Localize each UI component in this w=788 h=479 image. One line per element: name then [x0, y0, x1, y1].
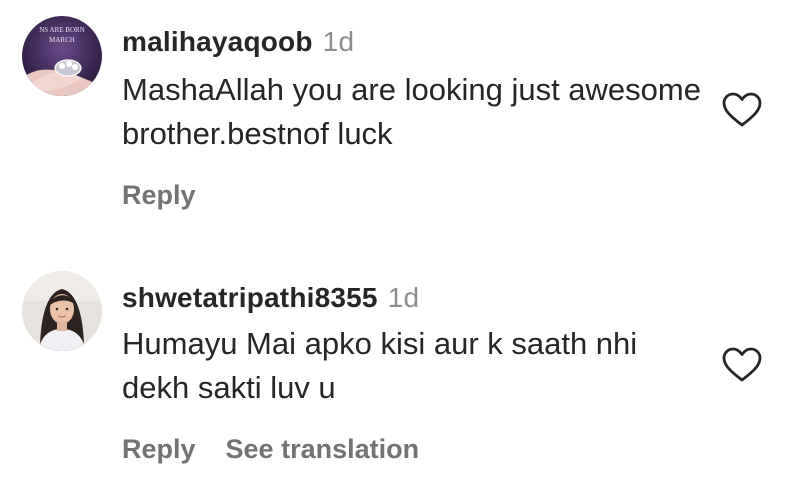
like-button[interactable]	[722, 347, 762, 383]
comment-actions: Reply See translation	[122, 434, 419, 465]
avatar[interactable]	[22, 271, 102, 351]
profile-photo-woman-icon	[22, 271, 102, 351]
avatar-caption-line2: MARCH	[49, 36, 75, 44]
comment-text: MashaAllah you are looking just awesome …	[122, 72, 701, 151]
like-button[interactable]	[722, 92, 762, 128]
username-link[interactable]: shwetatripathi8355	[122, 282, 378, 313]
see-translation-button[interactable]: See translation	[226, 434, 420, 464]
reply-button[interactable]: Reply	[122, 434, 196, 464]
reply-button[interactable]: Reply	[122, 180, 196, 210]
comment-timestamp[interactable]: 1d	[323, 26, 355, 57]
avatar[interactable]: NS ARE BORN MARCH	[22, 16, 102, 96]
username-link[interactable]: malihayaqoob	[122, 26, 313, 57]
profile-photo-ring-hand-icon: NS ARE BORN MARCH	[22, 16, 102, 96]
comment-item-2: shwetatripathi8355 1d Humayu Mai apko kis…	[0, 240, 788, 479]
comment-text: Humayu Mai apko kisi aur k saath nhi dek…	[122, 326, 638, 405]
heart-outline-icon	[722, 347, 762, 382]
comment-header: malihayaqoob 1d	[122, 26, 354, 58]
heart-outline-icon	[722, 92, 762, 127]
comment-actions: Reply	[122, 180, 196, 211]
comment-timestamp[interactable]: 1d	[388, 282, 420, 313]
avatar-caption-line1: NS ARE BORN	[39, 26, 85, 34]
comment-header: shwetatripathi8355 1d	[122, 282, 419, 314]
comment-item-1: NS ARE BORN MARCH malihayaqoob 1d MashaAl…	[0, 0, 788, 240]
